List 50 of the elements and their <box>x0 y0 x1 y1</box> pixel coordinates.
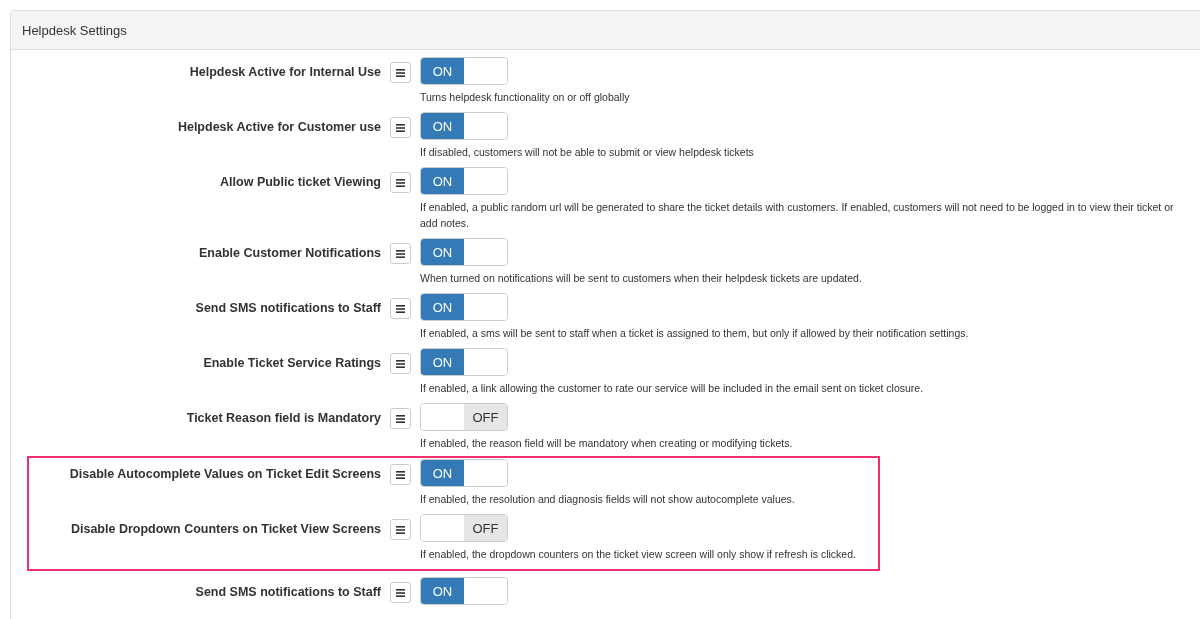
menu-button[interactable] <box>390 62 411 83</box>
menu-icon <box>396 304 405 313</box>
help-text: If enabled, the resolution and diagnosis fields will not show autocomplete values. <box>420 492 795 507</box>
menu-icon <box>396 249 405 258</box>
menu-icon <box>396 588 405 597</box>
menu-button[interactable] <box>390 117 411 138</box>
toggle-switch[interactable]: ON <box>420 577 508 605</box>
help-text: If disabled, customers will not be able to submit or view helpdesk tickets <box>420 145 754 160</box>
help-text: If enabled, the dropdown counters on the ticket view screen will only show if refresh is clicked. <box>420 547 856 562</box>
menu-icon <box>396 178 405 187</box>
menu-button[interactable] <box>390 519 411 540</box>
setting-label: Enable Ticket Service Ratings <box>202 355 381 370</box>
menu-button[interactable] <box>390 243 411 264</box>
toggle-switch[interactable]: ON <box>420 293 508 321</box>
menu-icon <box>396 123 405 132</box>
setting-label: Allow Public ticket Viewing <box>219 174 381 189</box>
help-text: If enabled, a sms will be sent to staff when a ticket is assigned to them, but only if allowed by their notification settings. <box>420 326 969 341</box>
help-text: If enabled, the reason field will be mandatory when creating or modifying tickets. <box>420 436 793 451</box>
menu-icon <box>396 68 405 77</box>
setting-label: Disable Dropdown Counters on Ticket View Screens <box>69 521 381 536</box>
toggle-switch[interactable]: ON <box>420 112 508 140</box>
menu-button[interactable] <box>390 298 411 319</box>
menu-button[interactable] <box>390 582 411 603</box>
panel-title: Helpdesk Settings <box>22 22 127 38</box>
menu-icon <box>396 359 405 368</box>
menu-icon <box>396 414 405 423</box>
help-text: If enabled, a public random url will be generated to share the ticket details with customers. If enabled, customers will not need to be logged in to view their ticket or add notes. <box>420 200 1175 231</box>
menu-button[interactable] <box>390 353 411 374</box>
setting-label: Send SMS notifications to Staff <box>194 584 381 599</box>
menu-icon <box>396 525 405 534</box>
menu-icon <box>396 470 405 479</box>
setting-label: Disable Autocomplete Values on Ticket Edit Screens <box>68 466 381 481</box>
toggle-switch[interactable]: ON <box>420 167 508 195</box>
toggle-switch[interactable]: OFF <box>420 514 508 542</box>
setting-label: Helpdesk Active for Customer use <box>176 119 381 134</box>
toggle-switch[interactable]: ON <box>420 348 508 376</box>
setting-label: Helpdesk Active for Internal Use <box>188 64 381 79</box>
help-text: If enabled, a link allowing the customer to rate our service will be included in the email sent on ticket closure. <box>420 381 924 396</box>
help-text: Turns helpdesk functionality on or off globally <box>420 90 630 105</box>
setting-label: Send SMS notifications to Staff <box>194 300 381 315</box>
setting-label: Ticket Reason field is Mandatory <box>185 410 381 425</box>
toggle-switch[interactable]: ON <box>420 238 508 266</box>
toggle-switch[interactable]: ON <box>420 57 508 85</box>
menu-button[interactable] <box>390 172 411 193</box>
help-text: When turned on notifications will be sent to customers when their helpdesk tickets are updated. <box>420 271 862 286</box>
menu-button[interactable] <box>390 408 411 429</box>
toggle-switch[interactable]: ON <box>420 459 508 487</box>
menu-button[interactable] <box>390 464 411 485</box>
setting-label: Enable Customer Notifications <box>198 245 381 260</box>
toggle-switch[interactable]: OFF <box>420 403 508 431</box>
